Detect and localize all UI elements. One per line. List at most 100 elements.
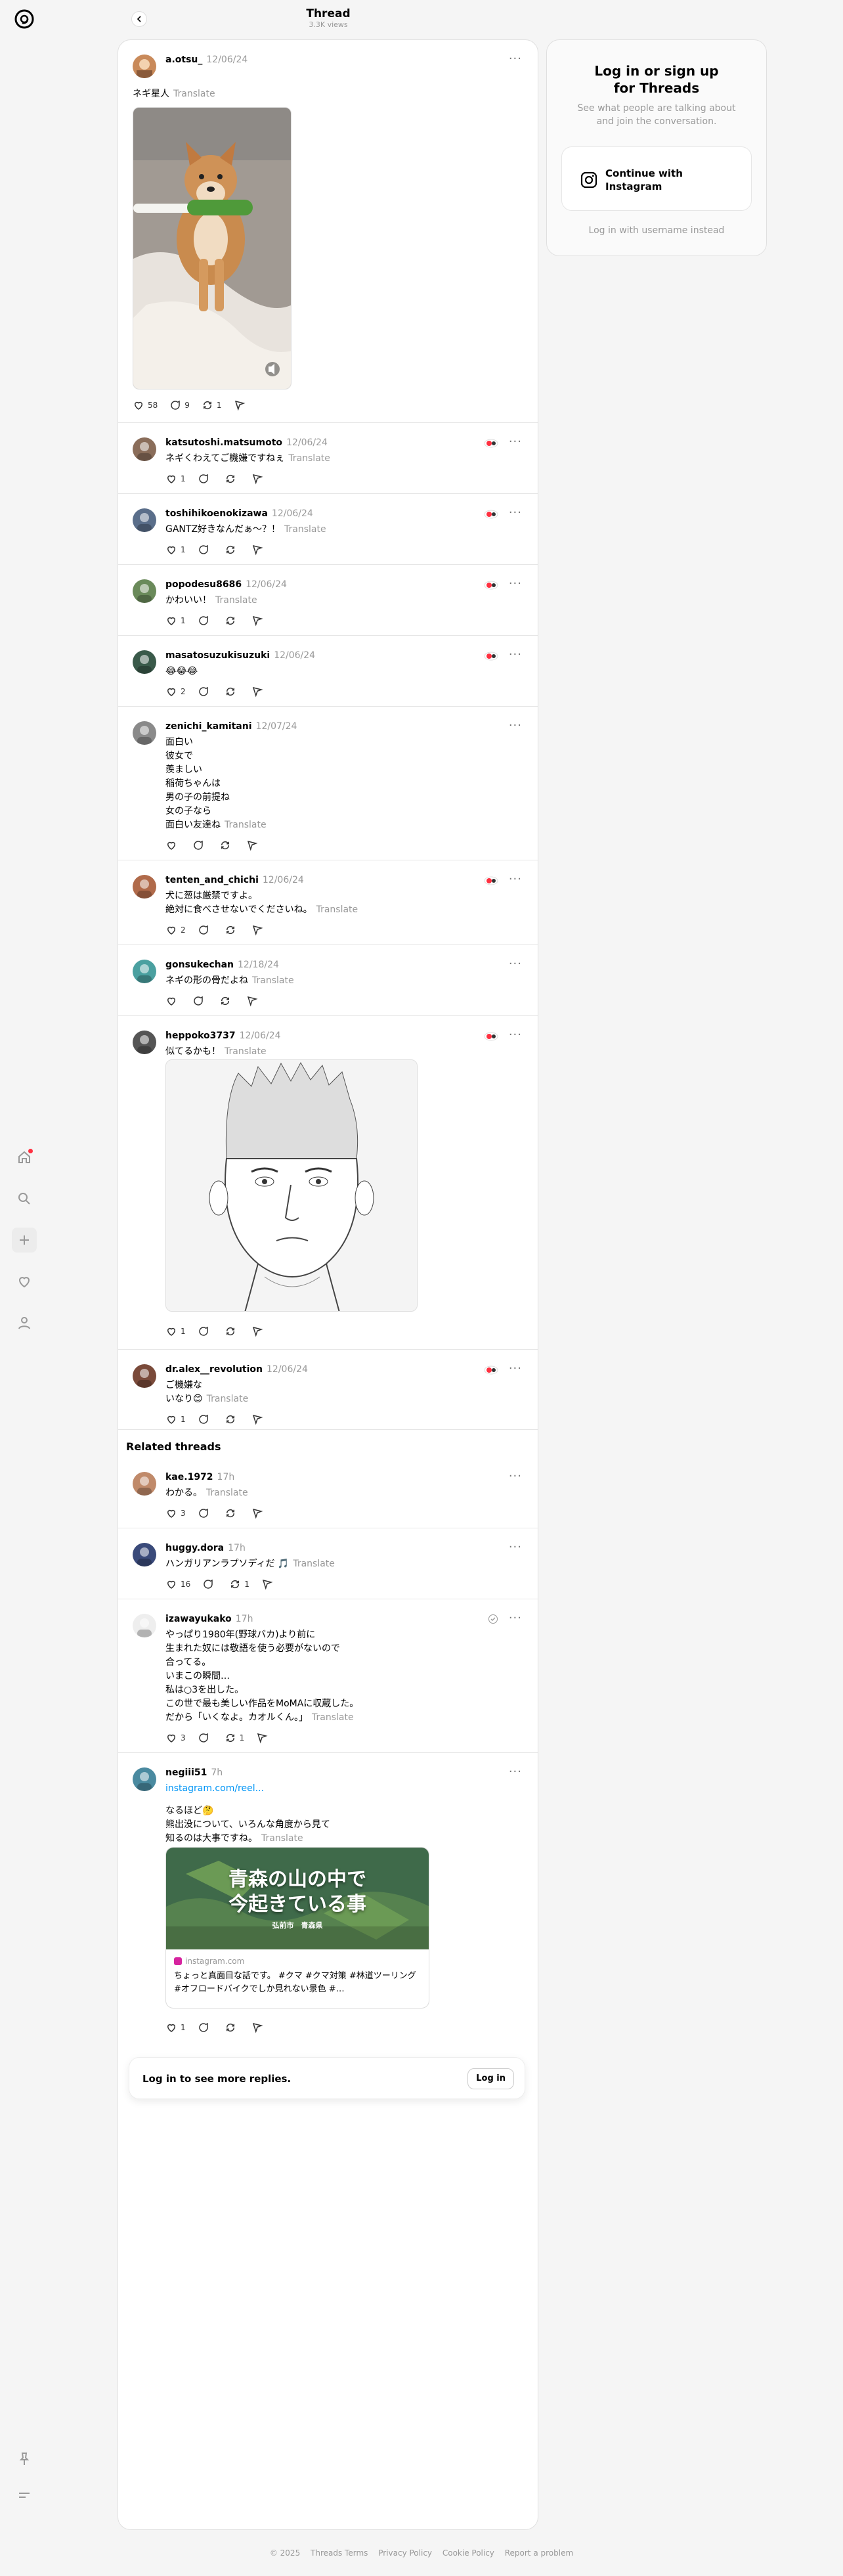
more-options-button[interactable]: ···: [509, 577, 522, 590]
reply-author[interactable]: zenichi_kamitani 12/07/24: [165, 721, 297, 732]
menu-icon[interactable]: [12, 2483, 37, 2508]
home-icon[interactable]: [12, 1145, 37, 1170]
pin-icon[interactable]: [12, 2447, 37, 2472]
repost-button[interactable]: [225, 544, 240, 556]
like-button[interactable]: 3: [165, 1732, 186, 1744]
dog-video[interactable]: [133, 107, 292, 389]
avatar[interactable]: [133, 1543, 156, 1566]
more-options-button[interactable]: ···: [509, 648, 522, 661]
like-button[interactable]: 2: [165, 924, 186, 936]
repost-button[interactable]: [225, 686, 240, 698]
like-button[interactable]: 1: [165, 1413, 186, 1425]
reply-button[interactable]: [198, 924, 213, 936]
repost-button[interactable]: [225, 1325, 240, 1337]
reply-author[interactable]: negiii51 7h: [165, 1767, 223, 1778]
reply-author[interactable]: toshihikoenokizawa 12/06/24: [165, 508, 313, 519]
footer-link-report[interactable]: Report a problem: [505, 2548, 573, 2558]
more-options-button[interactable]: ···: [509, 1540, 522, 1554]
avatar[interactable]: [133, 721, 156, 745]
reply-button[interactable]: [198, 1413, 213, 1425]
search-icon[interactable]: [12, 1186, 37, 1211]
post-author[interactable]: a.otsu_ 12/06/24: [165, 55, 248, 65]
like-button[interactable]: 2: [165, 686, 186, 698]
repost-button[interactable]: [225, 1507, 240, 1519]
more-options-button[interactable]: ···: [509, 435, 522, 449]
avatar[interactable]: [133, 55, 156, 78]
avatar[interactable]: [133, 1364, 156, 1388]
more-options-button[interactable]: ···: [509, 957, 522, 971]
like-button[interactable]: 1: [165, 544, 186, 556]
share-button[interactable]: [251, 924, 267, 936]
reply-author[interactable]: popodesu8686 12/06/24: [165, 579, 287, 590]
more-options-button[interactable]: ···: [509, 1028, 522, 1042]
create-post-icon[interactable]: [12, 1228, 37, 1253]
reply-button[interactable]: [198, 1507, 213, 1519]
share-button[interactable]: [251, 1507, 267, 1519]
translate-link[interactable]: Translate: [288, 453, 330, 464]
repost-button[interactable]: [225, 473, 240, 485]
avatar[interactable]: [133, 579, 156, 603]
reply-author[interactable]: heppoko3737 12/06/24: [165, 1031, 281, 1041]
like-button[interactable]: 1: [165, 615, 186, 627]
more-options-button[interactable]: ···: [509, 506, 522, 520]
share-button[interactable]: [251, 615, 267, 627]
share-button[interactable]: [234, 399, 249, 411]
repost-button[interactable]: [225, 1413, 240, 1425]
repost-button[interactable]: [219, 839, 234, 851]
translate-link[interactable]: Translate: [284, 524, 326, 535]
profile-icon[interactable]: [12, 1310, 37, 1335]
reply-button[interactable]: [192, 995, 207, 1007]
reply-button[interactable]: [198, 2022, 213, 2033]
reply-button[interactable]: [198, 686, 213, 698]
footer-link-privacy[interactable]: Privacy Policy: [378, 2548, 432, 2558]
share-button[interactable]: [256, 1732, 271, 1744]
avatar[interactable]: [133, 1031, 156, 1054]
like-button[interactable]: 58: [133, 399, 158, 411]
reply-image[interactable]: [165, 1059, 418, 1312]
share-button[interactable]: [251, 686, 267, 698]
translate-link[interactable]: Translate: [261, 1833, 303, 1844]
avatar[interactable]: [133, 437, 156, 461]
more-options-button[interactable]: ···: [509, 1765, 522, 1779]
reply-button[interactable]: [198, 544, 213, 556]
repost-button[interactable]: 1: [202, 399, 222, 411]
repost-button[interactable]: 1: [229, 1578, 249, 1590]
threads-logo-icon[interactable]: [13, 8, 35, 30]
like-button[interactable]: [165, 995, 181, 1007]
translate-link[interactable]: Translate: [207, 1394, 249, 1404]
translate-link[interactable]: Translate: [215, 595, 257, 606]
like-button[interactable]: 16: [165, 1578, 190, 1590]
more-options-button[interactable]: ···: [509, 52, 522, 66]
login-button[interactable]: Log in: [467, 2068, 514, 2089]
share-button[interactable]: [251, 544, 267, 556]
like-button[interactable]: 1: [165, 2022, 186, 2033]
share-button[interactable]: [251, 2022, 267, 2033]
reply-button[interactable]: [198, 1325, 213, 1337]
repost-button[interactable]: [225, 615, 240, 627]
share-button[interactable]: [246, 839, 261, 851]
share-button[interactable]: [251, 473, 267, 485]
reply-author[interactable]: gonsukechan 12/18/24: [165, 960, 279, 970]
repost-button[interactable]: [219, 995, 234, 1007]
activity-heart-icon[interactable]: [12, 1269, 37, 1294]
more-options-button[interactable]: ···: [509, 1362, 522, 1375]
more-options-button[interactable]: ···: [509, 1469, 522, 1483]
link-preview-card[interactable]: 青森の山の中で 今起きている事 弘前市 青森県 instagram.com ちょ…: [165, 1847, 429, 2009]
avatar[interactable]: [133, 960, 156, 983]
translate-link[interactable]: Translate: [206, 1488, 248, 1498]
avatar[interactable]: [133, 650, 156, 674]
share-button[interactable]: [246, 995, 261, 1007]
share-button[interactable]: [251, 1325, 267, 1337]
translate-link[interactable]: Translate: [316, 904, 358, 915]
like-button[interactable]: 1: [165, 1325, 186, 1337]
reply-author[interactable]: kae.1972 17h: [165, 1472, 234, 1482]
reply-button[interactable]: [198, 473, 213, 485]
footer-link-terms[interactable]: Threads Terms: [311, 2548, 368, 2558]
translate-link[interactable]: Translate: [252, 975, 294, 986]
translate-link[interactable]: Translate: [225, 820, 267, 830]
reply-button[interactable]: [198, 1732, 213, 1744]
like-button[interactable]: 3: [165, 1507, 186, 1519]
translate-link[interactable]: Translate: [312, 1712, 354, 1723]
share-button[interactable]: [251, 1413, 267, 1425]
reply-author[interactable]: tenten_and_chichi 12/06/24: [165, 875, 304, 885]
